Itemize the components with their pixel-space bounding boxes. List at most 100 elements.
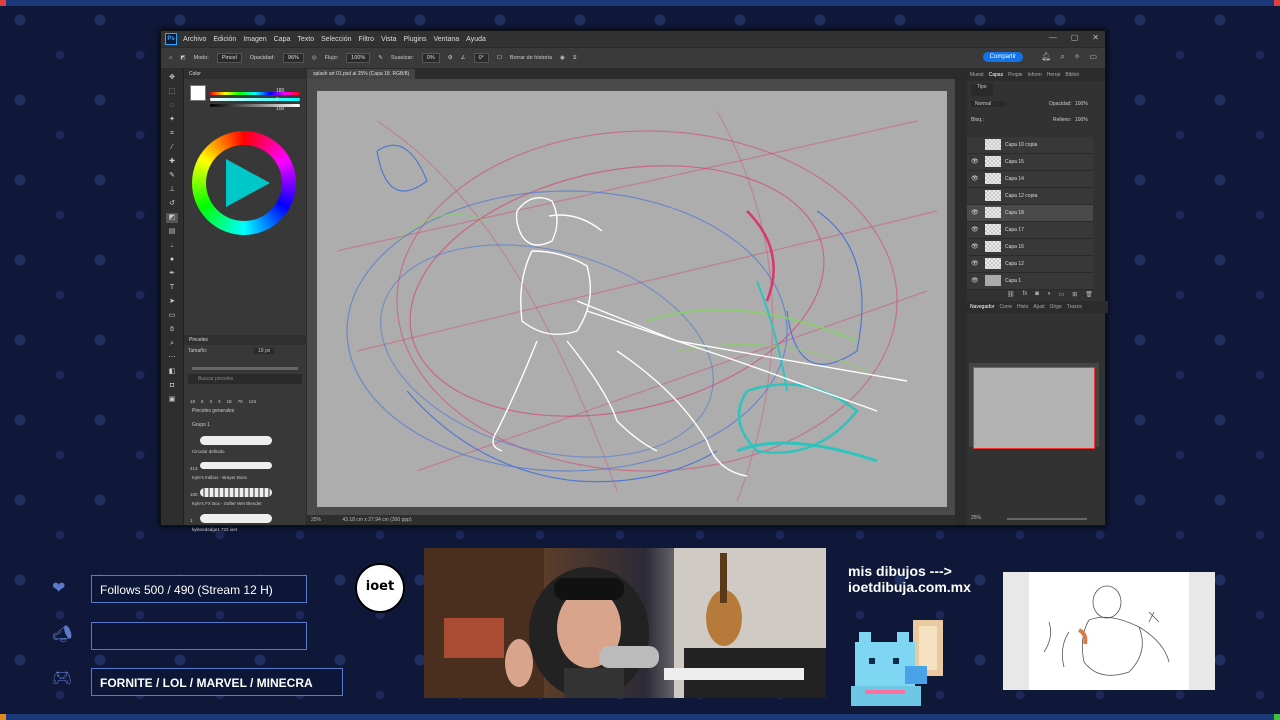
tab-sources[interactable]: Orige [1050,301,1062,313]
add-mask-icon[interactable]: ◙ [1035,291,1039,298]
tab-libraries[interactable]: Bibliot [1065,69,1079,81]
menu-capa[interactable]: Capa [274,36,291,43]
visibility-eye-icon[interactable]: 👁︎ [971,209,979,216]
brush-preset[interactable]: 6 [201,399,204,404]
more-tools-icon[interactable]: ⋯ [166,353,178,363]
hand-tool-icon[interactable]: ✋︎ [166,325,178,335]
layer-name[interactable]: Capa 10 copia [1005,142,1037,148]
color-triangle[interactable] [226,159,270,207]
zoom-tool-icon[interactable]: ⌕ [166,339,178,349]
history-brush-tool-icon[interactable]: ↺ [166,199,178,209]
angle-input[interactable]: 0° [473,53,489,63]
saturation-slider[interactable] [210,98,300,101]
pen-tool-icon[interactable]: ✒ [166,269,178,279]
brush-preset[interactable]: 124 [249,399,257,404]
brush-preset[interactable]: 3 [218,399,221,404]
layer-name[interactable]: Capa 16 [1005,244,1024,250]
tab-brush-settings[interactable]: Corre [999,301,1012,313]
marquee-tool-icon[interactable]: ⬚ [166,87,178,97]
fx-icon[interactable]: fx [1023,291,1028,298]
brush-tool-icon[interactable]: ✎ [166,171,178,181]
discover-icon[interactable]: ✧ [1074,52,1081,62]
layer-name[interactable]: Capa 18 [1005,210,1024,216]
tab-properties[interactable]: Propie [1008,69,1022,81]
tab-info[interactable]: Inform [1028,69,1042,81]
visibility-eye-icon[interactable]: 👁︎ [971,158,979,165]
brush-item[interactable]: Circular definido [190,434,300,458]
lasso-tool-icon[interactable]: ◌ [166,101,178,111]
photoshop-logo-icon[interactable]: Ps [165,33,177,45]
layer-filter-select[interactable]: Tipo [971,84,993,96]
layer-name[interactable]: Capa 14 [1005,176,1024,182]
crop-tool-icon[interactable]: ⌗ [166,129,178,139]
move-tool-icon[interactable]: ✥ [166,73,178,83]
navigator-view-box[interactable] [973,367,1095,449]
share-button[interactable]: Compartir [982,52,1023,62]
shape-tool-icon[interactable]: ▭ [166,311,178,321]
canvas-area[interactable] [307,79,955,515]
smoothing-input[interactable]: 0% [421,53,440,63]
tab-layers[interactable]: Capas [989,69,1003,81]
layer-row[interactable]: 👁︎ Capa 14 [967,171,1093,188]
visibility-eye-icon[interactable]: 👁︎ [971,175,979,182]
menu-plugins[interactable]: Plugins [404,36,427,43]
visibility-eye-icon[interactable]: 👁︎ [971,277,979,284]
layer-row[interactable]: 👁︎ Capa 17 [967,222,1093,239]
adjustment-layer-icon[interactable]: ◑ [1047,291,1051,298]
fill-input[interactable]: 100% [1075,117,1088,123]
visibility-eye-icon[interactable]: 👁︎ [971,260,979,267]
airbrush-icon[interactable]: ✎ [378,55,383,61]
menu-archivo[interactable]: Archivo [183,36,206,43]
layer-name[interactable]: Capa 12 copia [1005,193,1037,199]
healing-tool-icon[interactable]: ✚ [166,157,178,167]
menu-seleccion[interactable]: Selección [321,36,351,43]
hue-slider[interactable] [210,92,300,95]
eraser-tool-icon[interactable]: ◩ [180,55,185,61]
visibility-eye-icon[interactable]: 👁︎ [971,226,979,233]
menu-ayuda[interactable]: Ayuda [466,36,486,43]
blend-mode-select[interactable]: Normal [971,101,1006,107]
brush-item[interactable]: 1 kylesedadge1 722 ioet [190,512,300,536]
brush-size-input[interactable]: 19 px [254,348,275,354]
brush-preset[interactable]: 18 [227,399,232,404]
menu-vista[interactable]: Vista [381,36,396,43]
search-icon[interactable]: ⌕ [1060,52,1064,62]
layer-row[interactable]: 👁︎ Capa 15 [967,154,1093,171]
brush-item[interactable]: 100 Kyle's FX Box - Softer Wet Blender [190,486,300,510]
blur-tool-icon[interactable]: 💧︎ [166,241,178,251]
foreground-color-swatch[interactable] [190,85,206,101]
quick-mask-icon[interactable]: ◘ [166,381,178,391]
link-layers-icon[interactable]: ⛓︎ [1007,291,1015,298]
layer-row[interactable]: 👁︎ Capa 16 [967,239,1093,256]
layer-name[interactable]: Capa 1 [1005,278,1021,284]
layer-row[interactable]: 👁︎ Capa 12 [967,256,1093,273]
artboard-sketch[interactable] [317,91,947,507]
brush-preset[interactable]: 70 [238,399,243,404]
visibility-eye-icon[interactable]: 👁︎ [971,243,979,250]
tab-swatches[interactable]: Muest [970,69,984,81]
brightness-slider[interactable] [210,104,300,107]
stamp-tool-icon[interactable]: ⊥ [166,185,178,195]
layer-name[interactable]: Capa 17 [1005,227,1024,233]
home-icon[interactable]: ⌂ [169,55,172,61]
tab-paths[interactable]: Trazos [1067,301,1082,313]
zoom-level[interactable]: 25% [311,517,321,523]
new-layer-icon[interactable]: ⊞ [1072,291,1077,298]
color-wheel[interactable] [192,131,296,235]
menu-imagen[interactable]: Imagen [243,36,266,43]
new-group-icon[interactable]: ▭ [1059,291,1065,298]
tab-tools[interactable]: Herrai [1047,69,1061,81]
dodge-tool-icon[interactable]: ● [166,255,178,265]
menu-ventana[interactable]: Ventana [433,36,459,43]
pressure-opacity-icon[interactable]: ◎ [312,55,317,61]
brush-group-folder[interactable]: Pinceles generales [184,404,306,418]
notifications-icon[interactable]: 🔔︎ [1041,52,1051,62]
layer-row[interactable]: Capa 10 copia [967,137,1093,154]
navigator-zoom-slider[interactable] [1007,518,1087,520]
eyedropper-tool-icon[interactable]: ⁄ [166,143,178,153]
layer-row-selected[interactable]: 👁︎ Capa 18 [967,205,1093,222]
brush-preset[interactable]: 3 [210,399,213,404]
eraser-tool-icon[interactable]: ◩ [166,213,178,223]
type-tool-icon[interactable]: T [166,283,178,293]
layer-row[interactable]: Capa 12 copia [967,188,1093,205]
